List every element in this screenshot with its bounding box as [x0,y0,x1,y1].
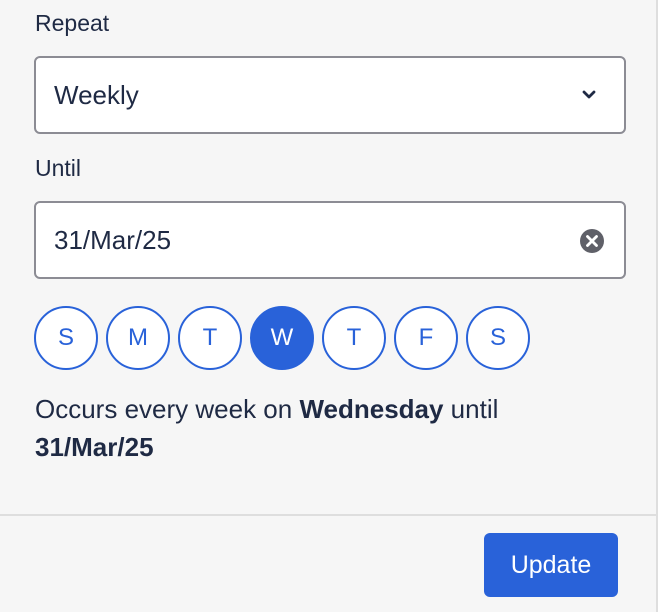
chevron-down-icon [582,90,596,99]
day-friday-button[interactable]: F [394,306,458,370]
day-wednesday-button[interactable]: W [250,306,314,370]
day-sunday-button[interactable]: S [34,306,98,370]
until-date-value: 31/Mar/25 [54,225,172,255]
repeat-label: Repeat [35,10,110,36]
repeat-select[interactable]: Weekly [34,56,626,134]
clear-icon[interactable] [580,229,604,253]
repeat-select-value: Weekly [54,80,139,110]
until-label: Until [35,155,82,181]
summary-middle: until [443,394,499,424]
day-monday-button[interactable]: M [106,306,170,370]
day-thursday-button[interactable]: T [322,306,386,370]
day-tuesday-button[interactable]: T [178,306,242,370]
day-saturday-button[interactable]: S [466,306,530,370]
summary-date: 31/Mar/25 [35,432,154,462]
footer-divider [0,514,656,516]
until-date-input[interactable]: 31/Mar/25 [34,201,626,279]
recurrence-summary: Occurs every week on Wednesday until 31/M… [35,390,615,466]
summary-prefix: Occurs every week on [35,394,300,424]
recurrence-panel: Repeat Weekly Until 31/Mar/25 S M T W T … [0,0,658,612]
update-button[interactable]: Update [484,533,618,597]
summary-day: Wednesday [299,394,444,424]
